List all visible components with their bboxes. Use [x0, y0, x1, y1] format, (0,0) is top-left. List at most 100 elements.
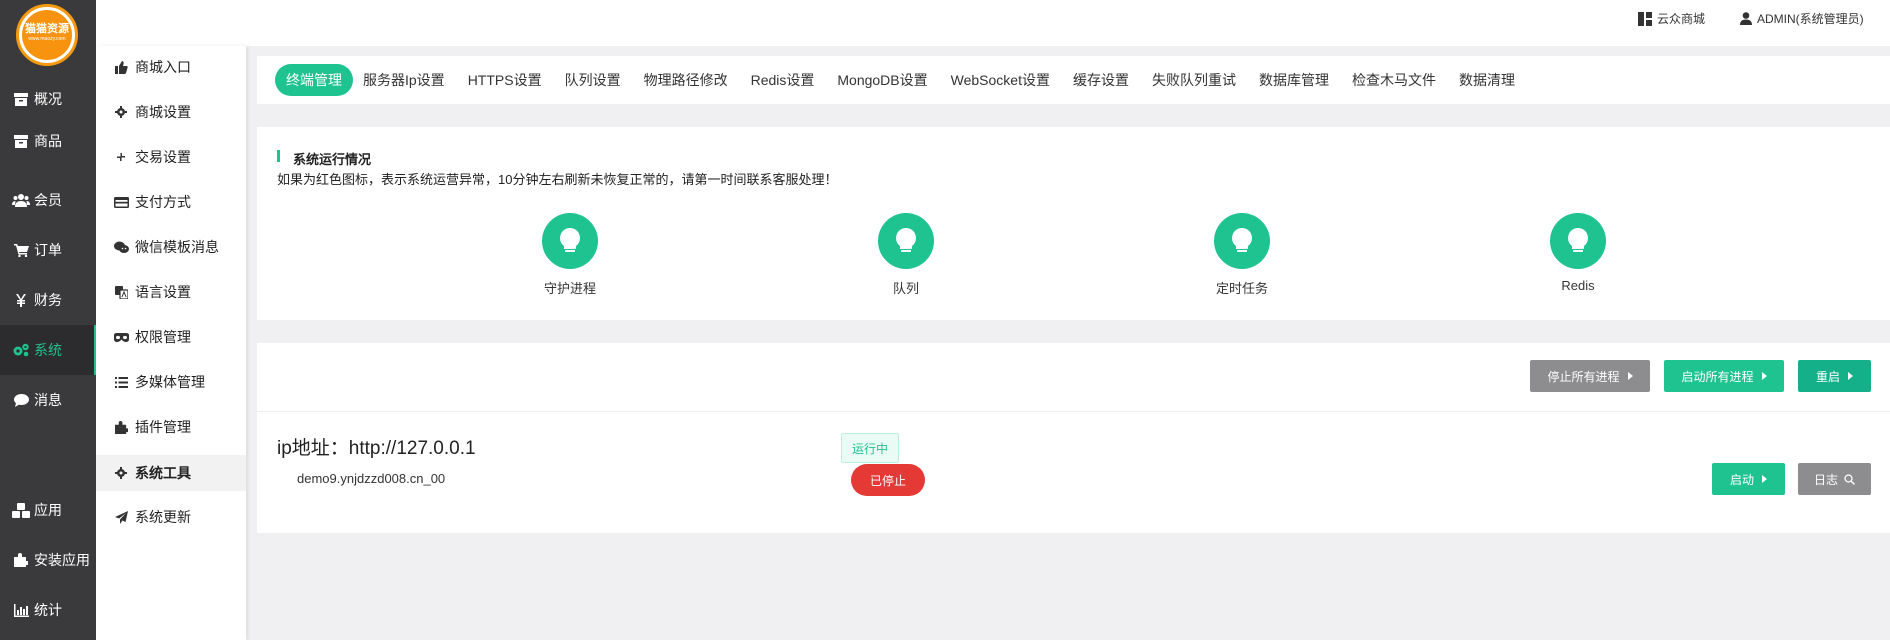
tab-redis[interactable]: Redis设置 [751, 70, 815, 90]
users-icon [12, 192, 30, 208]
nav-item-install-apps[interactable]: 安装应用 [0, 535, 96, 585]
secondary-sidebar: 商城入口 商城设置 交易设置 支付方式 微信模板消息 语言设置 权限管理 多媒体… [96, 46, 246, 640]
caret-right-icon [1762, 475, 1767, 483]
paper-plane-icon [113, 509, 129, 525]
cubes-icon [12, 502, 30, 518]
sub-item-system-tools[interactable]: 系统工具 [96, 455, 246, 491]
sub-label-media: 多媒体管理 [135, 374, 205, 390]
tab-trojan-check[interactable]: 检查木马文件 [1352, 70, 1436, 90]
sub-item-store-entry[interactable]: 商城入口 [96, 49, 246, 85]
nav-item-finance[interactable]: 财务 [0, 275, 96, 325]
nav-label-messages: 消息 [34, 392, 62, 408]
status-cron: 定时任务 [1182, 213, 1302, 297]
domain-name: demo9.ynjdzzd008.cn_00 [297, 471, 446, 486]
sub-label-system-update: 系统更新 [135, 509, 191, 525]
puzzle-icon [12, 552, 30, 568]
lightbulb-icon [1550, 213, 1606, 269]
tab-database[interactable]: 数据库管理 [1259, 70, 1329, 90]
log-button[interactable]: 日志 [1798, 463, 1871, 495]
tab-failed-queue-retry[interactable]: 失败队列重试 [1152, 70, 1236, 90]
archive-icon [12, 91, 30, 107]
status-label-daemon: 守护进程 [543, 281, 596, 296]
sub-item-media[interactable]: 多媒体管理 [96, 364, 246, 400]
restart-button[interactable]: 重启 [1798, 360, 1871, 392]
sub-item-plugins[interactable]: 插件管理 [96, 409, 246, 445]
status-redis: Redis [1518, 213, 1638, 293]
tab-server-ip[interactable]: 服务器Ip设置 [363, 70, 445, 90]
nav-item-system[interactable]: 系统 [0, 325, 96, 375]
status-label-cron: 定时任务 [1215, 281, 1268, 296]
sub-label-payment: 支付方式 [135, 194, 191, 210]
process-card: 停止所有进程 启动所有进程 重启 ip地址：http://127.0.0.1 d… [257, 343, 1890, 533]
archive-icon [12, 133, 30, 149]
nav-label-members: 会员 [34, 192, 62, 208]
logo-subtext: www.maozy.com [28, 36, 66, 42]
stop-all-label: 停止所有进程 [1547, 369, 1620, 384]
status-daemon: 守护进程 [510, 213, 630, 297]
nav-label-overview: 概况 [34, 91, 62, 107]
wechat-icon [113, 239, 129, 255]
store-link-label: 云众商城 [1657, 12, 1706, 26]
sub-item-system-update[interactable]: 系统更新 [96, 499, 246, 535]
gear-icon [113, 104, 129, 120]
tab-mongodb[interactable]: MongoDB设置 [837, 70, 927, 90]
sub-item-wechat-template[interactable]: 微信模板消息 [96, 229, 246, 265]
settings-tabs: 终端管理 服务器Ip设置 HTTPS设置 队列设置 物理路径修改 Redis设置… [257, 56, 1890, 104]
store-link[interactable]: 云众商城 [1638, 10, 1705, 27]
nav-label-orders: 订单 [34, 242, 62, 258]
sub-label-wechat-template: 微信模板消息 [135, 239, 219, 255]
nav-item-members[interactable]: 会员 [0, 175, 96, 225]
gear-icon [113, 465, 129, 481]
ip-address: ip地址：http://127.0.0.1 [277, 438, 476, 459]
mask-icon [113, 329, 129, 345]
sub-item-payment[interactable]: 支付方式 [96, 184, 246, 220]
nav-item-messages[interactable]: 消息 [0, 375, 96, 425]
compress-icon [113, 149, 129, 165]
log-label: 日志 [1813, 472, 1838, 487]
tab-physical-path[interactable]: 物理路径修改 [644, 70, 728, 90]
caret-right-icon [1627, 372, 1633, 380]
lightbulb-icon [878, 213, 934, 269]
tab-queue[interactable]: 队列设置 [565, 70, 621, 90]
sub-label-plugins: 插件管理 [135, 419, 191, 435]
list-icon [113, 374, 129, 390]
tab-websocket[interactable]: WebSocket设置 [951, 70, 1050, 90]
nav-label-apps: 应用 [34, 502, 62, 518]
sub-item-permissions[interactable]: 权限管理 [96, 319, 246, 355]
brand-logo[interactable]: 猫猫资源 www.maozy.com [16, 4, 78, 66]
divider [257, 411, 1890, 412]
nav-item-orders[interactable]: 订单 [0, 225, 96, 275]
user-menu[interactable]: ADMIN(系统管理员) [1740, 10, 1864, 27]
puzzle-icon [113, 419, 129, 435]
nav-item-statistics[interactable]: 统计 [0, 585, 96, 635]
dashboard-icon [1638, 11, 1652, 26]
sub-item-store-settings[interactable]: 商城设置 [96, 94, 246, 130]
sub-label-trade-settings: 交易设置 [135, 149, 191, 165]
status-label-redis: Redis [1561, 278, 1595, 293]
sub-item-language[interactable]: 语言设置 [96, 274, 246, 310]
start-button[interactable]: 启动 [1712, 463, 1785, 495]
gears-icon [12, 342, 30, 358]
tab-https[interactable]: HTTPS设置 [468, 70, 542, 90]
tab-cache[interactable]: 缓存设置 [1073, 70, 1129, 90]
status-title: 系统运行情况 [277, 149, 371, 168]
logo-text: 猫猫资源 [25, 23, 69, 35]
tab-terminal-management[interactable]: 终端管理 [275, 64, 353, 96]
nav-item-goods[interactable]: 商品 [0, 116, 96, 166]
bar-chart-icon [12, 602, 30, 618]
lightbulb-icon [1214, 213, 1270, 269]
nav-label-statistics: 统计 [34, 602, 62, 618]
nav-item-apps[interactable]: 应用 [0, 485, 96, 535]
status-queue: 队列 [846, 213, 966, 297]
sub-label-language: 语言设置 [135, 284, 191, 300]
start-label: 启动 [1729, 472, 1754, 487]
tab-data-cleanup[interactable]: 数据清理 [1459, 70, 1515, 90]
credit-card-icon [113, 194, 129, 210]
logo-badge: 猫猫资源 www.maozy.com [22, 10, 72, 60]
sub-item-trade-settings[interactable]: 交易设置 [96, 139, 246, 175]
search-icon [1844, 473, 1855, 485]
stop-all-button[interactable]: 停止所有进程 [1530, 360, 1650, 392]
start-all-button[interactable]: 启动所有进程 [1664, 360, 1784, 392]
sub-label-store-settings: 商城设置 [135, 104, 191, 120]
sub-label-system-tools: 系统工具 [135, 465, 191, 481]
